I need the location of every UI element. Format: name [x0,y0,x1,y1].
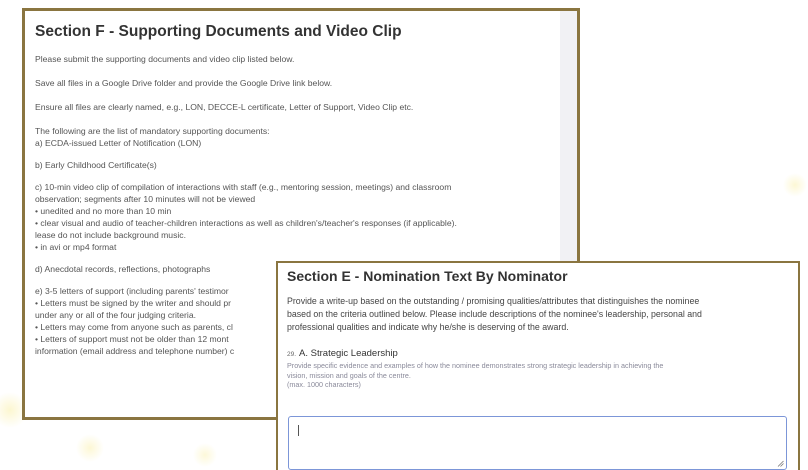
instruction-line: Ensure all files are clearly named, e.g.… [35,102,414,112]
document-subitem: • in avi or mp4 format [35,242,117,252]
document-item: observation; segments after 10 minutes w… [35,194,256,204]
documents-list-heading: The following are the list of mandatory … [35,126,270,136]
character-limit-note: (max. 1000 characters) [287,380,361,390]
section-e-intro: Provide a write-up based on the outstand… [287,295,787,333]
intro-line: Provide a write-up based on the outstand… [287,296,700,306]
intro-line: professional qualities and indicate why … [287,321,569,332]
strategic-leadership-textarea[interactable] [288,416,787,470]
resize-handle-icon[interactable] [777,460,784,467]
section-e-card: Section E - Nomination Text By Nominator… [276,261,800,470]
document-subitem: • unedited and no more than 10 min [35,206,172,216]
document-subitem: • clear visual and audio of teacher-chil… [35,218,457,228]
question-number: 29. [287,351,297,359]
document-item: c) 10-min video clip of compilation of i… [35,182,452,192]
document-item: a) ECDA-issued Letter of Notification (L… [35,138,202,148]
text-caret [298,425,299,436]
section-f-title: Section F - Supporting Documents and Vid… [35,23,402,40]
instruction-line: Save all files in a Google Drive folder … [35,78,333,88]
intro-line: based on the criteria outlined below. Pl… [287,308,702,319]
question-help: Provide specific evidence and examples o… [287,361,787,380]
question-header: 29. A. Strategic Leadership [287,348,787,359]
document-item: b) Early Childhood Certificate(s) [35,160,157,170]
help-line: vision, mission and goals of the centre. [287,370,411,380]
help-line: Provide specific evidence and examples o… [287,361,664,371]
document-subitem: lease do not include background music. [35,230,186,240]
instruction-line: Please submit the supporting documents a… [35,54,295,64]
section-e-title: Section E - Nomination Text By Nominator [287,268,568,284]
question-title: A. Strategic Leadership [299,348,398,360]
